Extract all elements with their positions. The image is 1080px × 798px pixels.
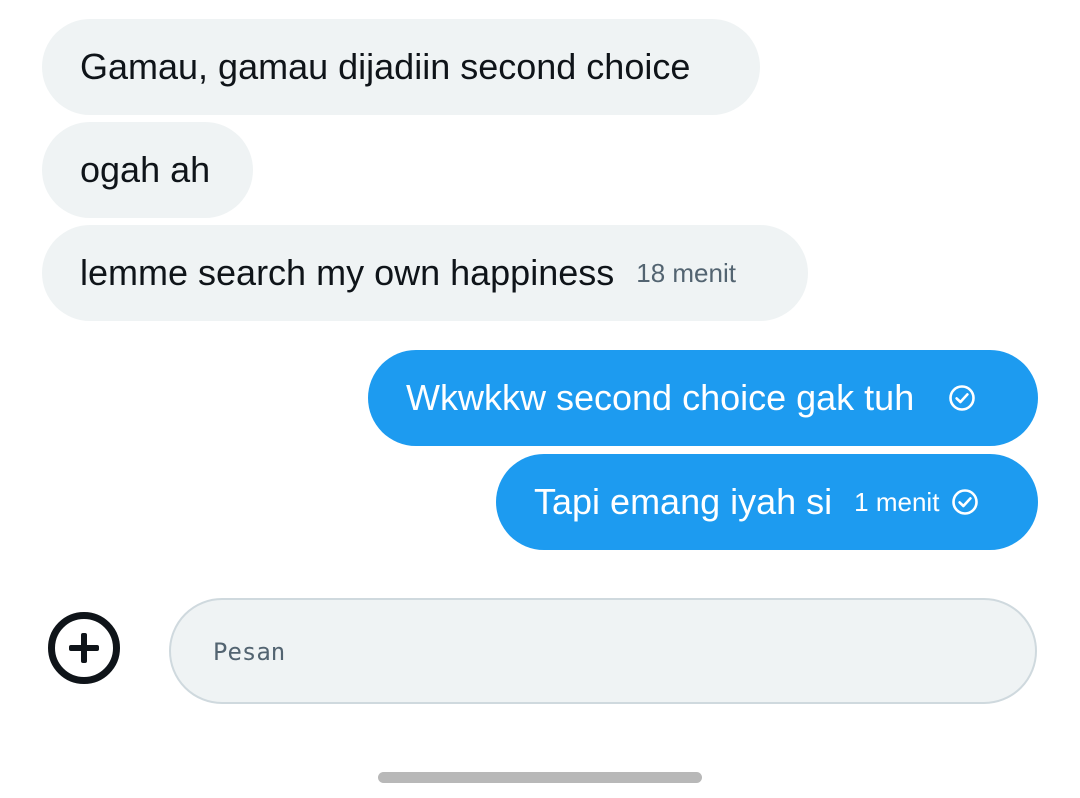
sent-check-icon xyxy=(949,385,976,411)
message-composer xyxy=(0,590,1080,720)
message-timestamp: 18 menit xyxy=(636,257,736,288)
message-meta xyxy=(936,384,976,412)
message-input-container[interactable] xyxy=(169,598,1037,704)
message-text: Wkwkkw second choice gak tuh xyxy=(406,377,915,418)
message-input[interactable] xyxy=(211,600,995,704)
message-timestamp: 1 menit xyxy=(854,486,940,517)
plus-circle-icon[interactable] xyxy=(47,611,121,685)
message-meta: 18 menit xyxy=(636,258,736,289)
message-thread: Gamau, gamau dijadiin second choice ogah… xyxy=(0,0,1080,570)
sent-check-icon xyxy=(952,489,979,515)
message-meta: 1 menit xyxy=(854,487,979,518)
message-text: lemme search my own happiness xyxy=(80,252,615,293)
message-text: Tapi emang iyah si xyxy=(534,481,833,522)
message-bubble-incoming[interactable]: ogah ah xyxy=(42,122,253,218)
message-bubble-incoming[interactable]: lemme search my own happiness 18 menit xyxy=(42,225,808,321)
home-indicator-bar[interactable] xyxy=(378,772,702,783)
message-bubble-incoming[interactable]: Gamau, gamau dijadiin second choice xyxy=(42,19,760,115)
message-bubble-outgoing[interactable]: Wkwkkw second choice gak tuh xyxy=(368,350,1038,446)
message-text: ogah ah xyxy=(80,149,211,190)
message-bubble-outgoing[interactable]: Tapi emang iyah si 1 menit xyxy=(496,454,1038,550)
message-text: Gamau, gamau dijadiin second choice xyxy=(80,46,691,87)
